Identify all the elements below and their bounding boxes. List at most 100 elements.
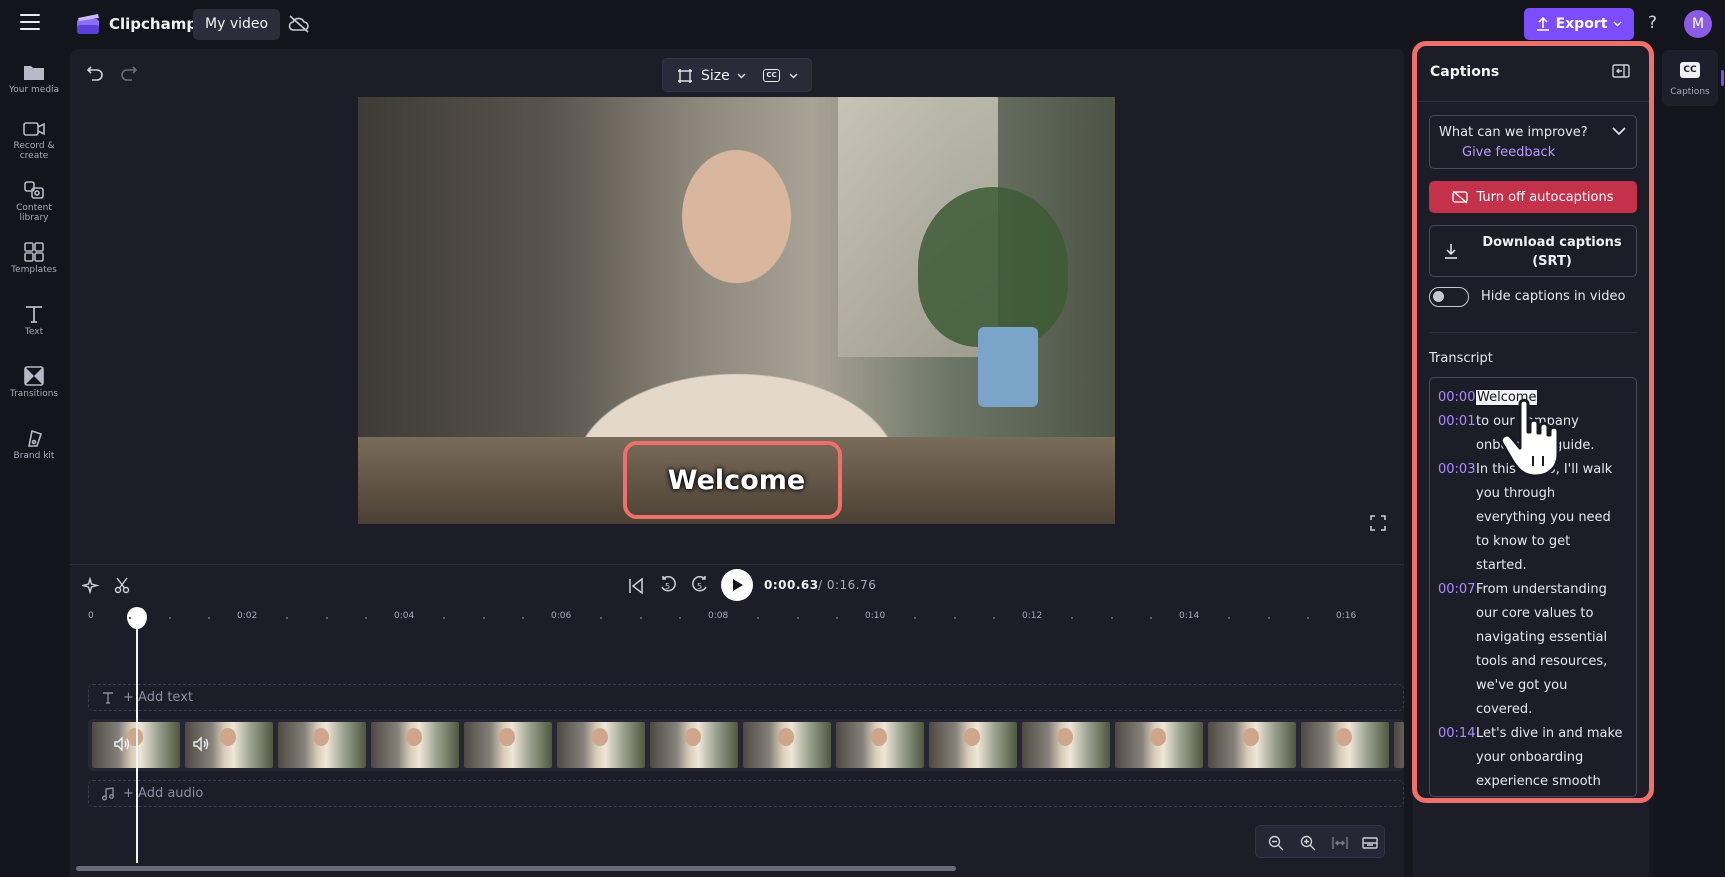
video-thumbnail bbox=[464, 722, 552, 768]
captions-tab[interactable]: CC Captions bbox=[1662, 50, 1718, 106]
cc-icon: CC bbox=[1680, 62, 1700, 78]
video-thumbnail bbox=[1208, 722, 1296, 768]
menu-icon[interactable] bbox=[20, 14, 40, 32]
cc-icon[interactable]: CC bbox=[763, 69, 780, 82]
text-icon bbox=[26, 306, 42, 323]
aspect-ratio-toolbar: Size CC bbox=[662, 58, 812, 92]
undo-icon[interactable] bbox=[86, 64, 104, 82]
fit-to-width-icon[interactable] bbox=[1332, 835, 1348, 851]
size-button[interactable]: Size bbox=[701, 68, 730, 84]
timeline-tick-dot bbox=[992, 617, 995, 619]
app-name: Clipchamp bbox=[109, 15, 198, 33]
timeline-tick-dot bbox=[521, 617, 524, 619]
sidebar-item-label: Templates bbox=[11, 265, 57, 275]
video-thumbnail bbox=[1394, 722, 1404, 768]
sidebar-item-label: Transitions bbox=[9, 389, 59, 399]
timeline-tick-dot bbox=[286, 617, 289, 619]
chevron-down-icon bbox=[1613, 21, 1622, 27]
brand-kit-icon bbox=[28, 429, 43, 447]
rewind-seconds-label: 5 bbox=[665, 582, 671, 591]
total-time: / 0:16.76 bbox=[818, 578, 877, 592]
rewind-5-button[interactable]: 5 bbox=[659, 575, 677, 599]
speaker-icon[interactable] bbox=[113, 735, 131, 753]
fullscreen-icon[interactable] bbox=[1370, 515, 1386, 531]
skip-back-icon[interactable] bbox=[627, 577, 645, 595]
magic-sparkle-icon[interactable] bbox=[82, 577, 100, 595]
resize-icon[interactable] bbox=[677, 68, 693, 84]
timeline-tick-dot bbox=[1071, 617, 1074, 619]
timeline-tick-label: 0:02 bbox=[237, 611, 258, 621]
sidebar-item-text[interactable]: Text bbox=[0, 304, 68, 337]
sidebar-item-transitions[interactable]: Transitions bbox=[0, 366, 68, 399]
help-button[interactable]: ? bbox=[1648, 13, 1657, 33]
timeline-tick-label: 0:16 bbox=[1336, 611, 1357, 621]
timeline-view-icon[interactable] bbox=[1362, 835, 1378, 851]
cloud-off-icon[interactable] bbox=[288, 14, 310, 34]
timeline-tick-label: 0:04 bbox=[394, 611, 415, 621]
library-icon bbox=[24, 181, 44, 199]
templates-icon bbox=[24, 242, 44, 262]
sidebar-item-your-media[interactable]: Your media bbox=[0, 62, 68, 95]
timeline-tick-dot bbox=[914, 617, 917, 619]
video-clip-track[interactable] bbox=[88, 719, 1404, 771]
timeline-tick-dot bbox=[1228, 617, 1231, 619]
play-button[interactable] bbox=[721, 569, 753, 601]
timeline-tick-dot bbox=[1306, 617, 1309, 619]
upload-icon bbox=[1536, 16, 1549, 31]
sidebar-item-record-create[interactable]: Record & create bbox=[0, 120, 68, 161]
export-button[interactable]: Export bbox=[1524, 8, 1634, 40]
video-thumbnail bbox=[557, 722, 645, 768]
left-sidebar: Your media Record & create Content libra… bbox=[0, 48, 68, 877]
timeline-tick-dot bbox=[207, 617, 210, 619]
sidebar-item-content-library[interactable]: Content library bbox=[0, 180, 68, 223]
timeline-tick-label: 0:12 bbox=[1022, 611, 1043, 621]
add-text-label: + Add text bbox=[123, 690, 193, 705]
speaker-icon[interactable] bbox=[192, 735, 210, 753]
export-label: Export bbox=[1555, 16, 1608, 32]
sidebar-item-templates[interactable]: Templates bbox=[0, 242, 68, 275]
zoom-out-icon[interactable] bbox=[1268, 835, 1284, 851]
zoom-in-icon[interactable] bbox=[1300, 835, 1316, 851]
video-thumbnail bbox=[371, 722, 459, 768]
avatar[interactable]: M bbox=[1684, 10, 1712, 38]
camera-icon bbox=[23, 122, 45, 136]
split-scissors-icon[interactable] bbox=[114, 576, 132, 594]
active-tab-indicator bbox=[1721, 70, 1724, 86]
forward-seconds-label: 5 bbox=[697, 582, 703, 591]
forward-5-button[interactable]: 5 bbox=[691, 575, 709, 599]
add-text-track[interactable]: + Add text bbox=[88, 684, 1404, 711]
video-thumbnail bbox=[650, 722, 738, 768]
chevron-down-icon bbox=[789, 73, 798, 79]
text-icon bbox=[103, 692, 113, 704]
timeline-tick-dot bbox=[443, 617, 446, 619]
clipchamp-logo-icon bbox=[77, 14, 99, 34]
video-thumbnail bbox=[1115, 722, 1203, 768]
sidebar-item-label: Content library bbox=[16, 203, 52, 223]
sidebar-item-label: Record & create bbox=[13, 141, 55, 161]
timeline-tick-label: 0:08 bbox=[708, 611, 729, 621]
playhead[interactable] bbox=[136, 615, 138, 863]
pointer-hand-icon bbox=[1499, 398, 1560, 478]
timeline-tick-dot bbox=[835, 617, 838, 619]
video-thumbnail bbox=[1301, 722, 1389, 768]
timeline-tick-label: 0:10 bbox=[865, 611, 886, 621]
timeline-tick-dot bbox=[796, 617, 799, 619]
timeline-tick-dot bbox=[639, 617, 642, 619]
sidebar-item-brand-kit[interactable]: Brand kit bbox=[0, 428, 68, 461]
play-icon bbox=[733, 579, 743, 591]
video-thumbnail bbox=[929, 722, 1017, 768]
right-rail bbox=[1654, 48, 1725, 877]
sidebar-item-label: Brand kit bbox=[13, 451, 55, 461]
timeline-tick-label: 0:14 bbox=[1179, 611, 1200, 621]
video-thumbnail bbox=[743, 722, 831, 768]
horizontal-scrollbar[interactable] bbox=[76, 866, 956, 871]
add-audio-track[interactable]: + Add audio bbox=[88, 780, 1404, 807]
timeline-tick-dot bbox=[1267, 617, 1270, 619]
music-note-icon bbox=[102, 787, 114, 801]
video-pot-shape bbox=[978, 327, 1038, 407]
timeline-tick-dot bbox=[1149, 617, 1152, 619]
caption-highlight-annotation bbox=[623, 441, 842, 519]
project-title-tab[interactable]: My video bbox=[193, 9, 281, 40]
redo-icon[interactable] bbox=[120, 64, 138, 82]
video-thumbnail bbox=[836, 722, 924, 768]
